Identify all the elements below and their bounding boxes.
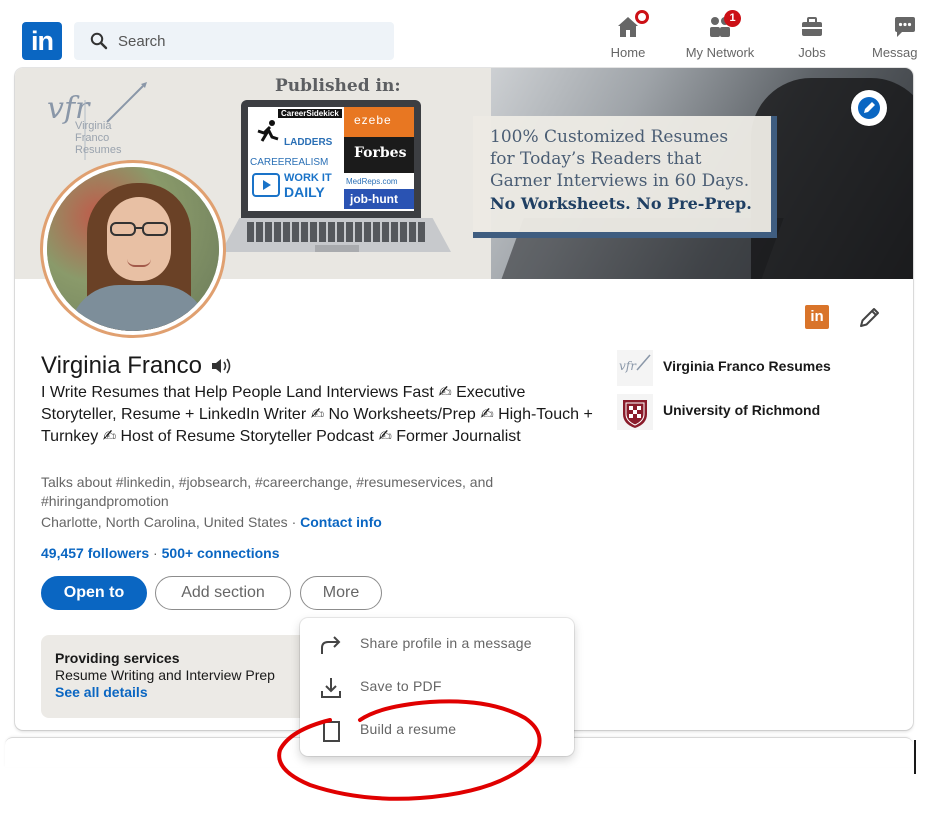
publication-logo: CAREEREALISM [250, 157, 329, 168]
photo-face [107, 197, 171, 281]
services-title: Providing services [55, 650, 180, 666]
profile-location: Charlotte, North Carolina, United States [41, 514, 288, 530]
forbes-block: Forbes [344, 137, 414, 173]
glasses-shape [110, 222, 168, 236]
published-in-label: Published in: [275, 76, 401, 96]
menu-item-build-resume[interactable]: Build a resume [300, 710, 574, 750]
tagline-line: Garner Interviews in 60 Days. [490, 171, 750, 191]
network-icon: 1 [707, 10, 741, 40]
profile-name: Virginia Franco [41, 352, 202, 379]
vfr-logo-subtitle: Virginia Franco Resumes [75, 120, 121, 156]
svg-text:vfr: vfr [619, 359, 637, 373]
contact-info-link[interactable]: Contact info [300, 514, 382, 530]
menu-item-share-profile[interactable]: Share profile in a message [300, 624, 574, 664]
linkedin-logo[interactable]: in [22, 22, 62, 60]
text-cursor-line [914, 740, 916, 774]
tagline-line: for Today’s Readers that [490, 149, 702, 169]
publication-logo: WORK IT [284, 172, 332, 184]
search-icon [90, 32, 108, 50]
profile-headline: I Write Resumes that Help People Land In… [41, 384, 593, 445]
tagline-line: 100% Customized Resumes [490, 127, 729, 147]
nav-my-network[interactable]: 1 My Network [680, 10, 760, 64]
nav-label-messaging: Messag [872, 45, 918, 60]
menu-label: Save to PDF [360, 678, 442, 694]
top-navigation: in Home 1 My Network [0, 0, 936, 72]
home-icon [615, 10, 649, 40]
linkedin-badge-icon[interactable]: in [805, 305, 829, 329]
publication-logo: ezebe [354, 113, 392, 127]
pencil-icon [858, 97, 880, 119]
laptop-trackpad [315, 245, 359, 252]
tagline-bold: No Worksheets. No Pre-Prep. [490, 194, 752, 213]
profile-location-row: Charlotte, North Carolina, United States… [41, 514, 382, 530]
followers-link[interactable]: 49,457 followers [41, 545, 149, 561]
nav-label-home: Home [610, 45, 646, 60]
search-input[interactable] [118, 30, 378, 52]
menu-item-save-pdf[interactable]: Save to PDF [300, 667, 574, 707]
publications-collage: CareerSidekick LADDERS CAREEREALISM WORK… [248, 107, 414, 211]
network-badge: 1 [724, 10, 741, 27]
publication-logo: LADDERS [284, 137, 333, 148]
logo-sub-line: Resumes [75, 144, 122, 156]
job-hunt-block: job-hunt [344, 189, 414, 209]
open-to-button[interactable]: Open to [41, 576, 147, 610]
publication-logo: DAILY [284, 184, 325, 200]
banner-tagline-box: 100% Customized Resumes for Today’s Read… [473, 116, 777, 238]
location-separator: · [287, 514, 301, 530]
university-name: University of Richmond [663, 402, 821, 418]
laptop-illustration: CareerSidekick LADDERS CAREEREALISM WORK… [221, 100, 469, 270]
publication-logo: CareerSidekick [278, 109, 342, 118]
nav-home[interactable]: Home [588, 10, 668, 64]
stats-separator: · [149, 545, 162, 561]
publication-logo: Forbes [354, 145, 407, 161]
services-description: Resume Writing and Interview Prep [55, 667, 275, 683]
briefcase-icon [799, 14, 825, 40]
search-bar[interactable] [74, 22, 394, 60]
network-stats: 49,457 followers · 500+ connections [41, 545, 280, 561]
profile-talks-about: Talks about #linkedin, #jobsearch, #care… [41, 474, 494, 509]
add-section-button[interactable]: Add section [155, 576, 291, 610]
company-logo: vfr [617, 350, 653, 386]
edit-banner-button[interactable] [851, 90, 887, 126]
laptop-screen: CareerSidekick LADDERS CAREEREALISM WORK… [241, 100, 421, 218]
speaker-icon[interactable] [210, 356, 234, 376]
more-button[interactable]: More [300, 576, 382, 610]
menu-label: Share profile in a message [360, 635, 532, 651]
edit-profile-pencil-icon[interactable] [857, 304, 883, 330]
notification-dot [635, 10, 649, 24]
company-name: Virginia Franco Resumes [663, 358, 831, 374]
publication-logo: job-hunt [350, 192, 398, 206]
nav-messaging[interactable]: Messag [864, 14, 936, 64]
university-logo [617, 394, 653, 430]
name-row: Virginia Franco [41, 352, 234, 380]
publication-logo: MedReps.com [346, 177, 398, 186]
more-actions-dropdown: Share profile in a message Save to PDF B… [300, 618, 574, 756]
runner-icon [257, 120, 279, 142]
nav-label-jobs: Jobs [798, 45, 826, 60]
logo-sub-line: Franco [75, 132, 110, 144]
profile-photo[interactable] [43, 163, 223, 335]
providing-services-box: Providing services Resume Writing and In… [41, 635, 341, 718]
laptop-keys [247, 222, 427, 242]
download-icon [321, 678, 341, 698]
share-arrow-icon [321, 636, 341, 654]
nav-jobs[interactable]: Jobs [772, 14, 852, 64]
nav-label-network: My Network [685, 45, 755, 60]
document-icon [323, 721, 340, 742]
message-icon [892, 14, 918, 40]
video-icon [252, 173, 280, 197]
connections-link[interactable]: 500+ connections [162, 545, 280, 561]
see-all-details-link[interactable]: See all details [55, 684, 327, 700]
logo-sub-line: Virginia [75, 120, 112, 132]
page-root: in Home 1 My Network [0, 0, 936, 826]
menu-label: Build a resume [360, 721, 457, 737]
ezebe-block: ezebe [344, 107, 414, 137]
